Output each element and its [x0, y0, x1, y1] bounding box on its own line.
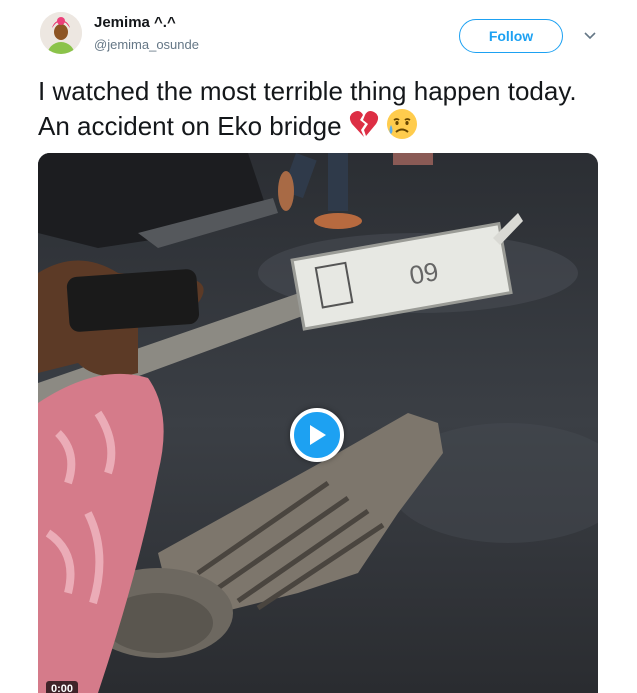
follow-button[interactable]: Follow	[459, 19, 563, 53]
play-icon	[310, 425, 326, 445]
video-timestamp: 0:00	[46, 681, 79, 693]
sign-number: 60	[407, 256, 441, 291]
broken-heart-icon	[349, 110, 379, 146]
sad-face-icon	[386, 108, 418, 148]
avatar-image	[40, 12, 82, 54]
user-name[interactable]: Jemima ^.^	[94, 14, 176, 31]
tweet-body: I watched the most terrible thing happen…	[38, 76, 577, 141]
chevron-down-icon[interactable]	[582, 27, 598, 43]
avatar[interactable]	[40, 12, 82, 54]
video-player[interactable]: 60 0:00	[38, 153, 598, 693]
user-handle[interactable]: @jemima_osunde	[94, 37, 199, 52]
tweet-text: I watched the most terrible thing happen…	[38, 74, 578, 148]
play-button[interactable]	[290, 408, 344, 462]
